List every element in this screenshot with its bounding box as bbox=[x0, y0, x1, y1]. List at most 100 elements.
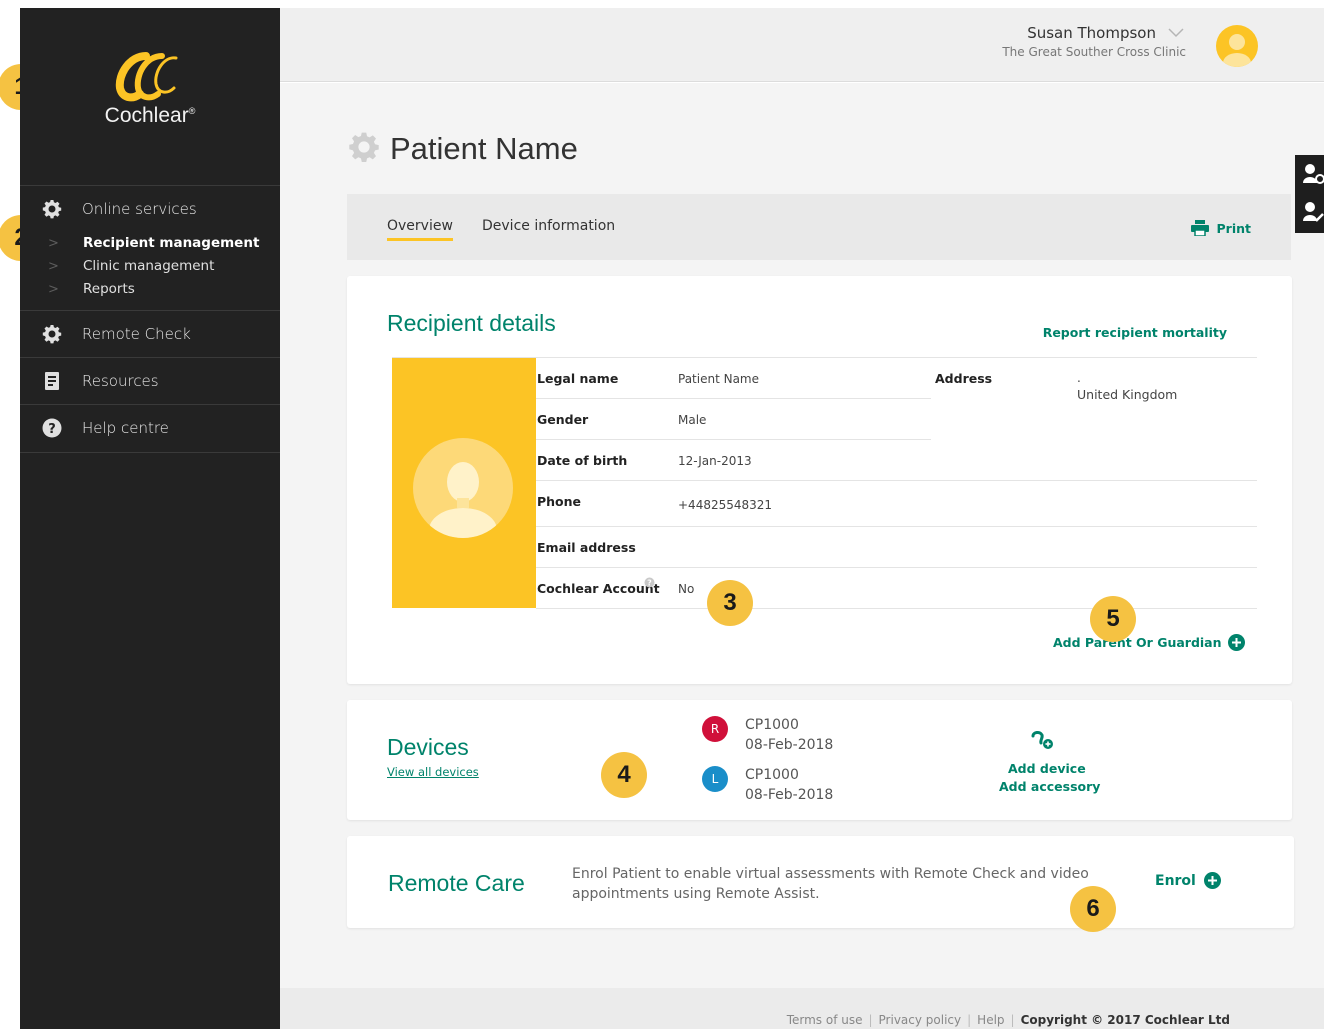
legal-name-label: Legal name bbox=[537, 371, 619, 386]
avatar-placeholder-icon bbox=[413, 438, 513, 538]
divider bbox=[536, 480, 1257, 481]
nav-item-label: Online services bbox=[82, 200, 197, 218]
help-tooltip-icon[interactable]: ? bbox=[644, 573, 655, 592]
devices-title: Devices bbox=[387, 734, 469, 760]
add-device-link[interactable]: Add device bbox=[1008, 761, 1086, 776]
phone-value: +44825548321 bbox=[678, 498, 773, 512]
nav-item-remote-check[interactable]: Remote Check bbox=[20, 311, 280, 357]
recipient-details-card: Recipient details Report recipient morta… bbox=[347, 276, 1292, 684]
divider bbox=[536, 439, 931, 440]
add-guardian-label: Add Parent Or Guardian bbox=[1053, 635, 1222, 650]
sidebar-subitem-recipient-management[interactable]: > Recipient management bbox=[48, 232, 259, 254]
gender-label: Gender bbox=[537, 412, 589, 427]
sidebar-subitem-reports[interactable]: > Reports bbox=[48, 278, 135, 300]
main-content: Patient Name Overview Device information… bbox=[280, 83, 1324, 988]
help-link[interactable]: Help bbox=[977, 1013, 1004, 1027]
divider bbox=[536, 608, 1257, 609]
gear-icon bbox=[20, 324, 82, 344]
report-mortality-link[interactable]: Report recipient mortality bbox=[1043, 325, 1227, 340]
annotation-badge-6: 6 bbox=[1070, 886, 1116, 932]
copyright-text: Copyright © 2017 Cochlear Ltd bbox=[1020, 1013, 1230, 1027]
chevron-right-icon: > bbox=[48, 235, 59, 251]
cochlear-logo[interactable]: Cochlear® bbox=[20, 48, 280, 128]
address-line-1: . bbox=[1077, 371, 1081, 385]
printer-icon bbox=[1190, 220, 1209, 236]
cochlear-account-label: Cochlear Account bbox=[537, 581, 660, 596]
chevron-down-icon[interactable] bbox=[1168, 26, 1184, 42]
footer-links: Terms of use | Privacy policy | Help | Copyrig… bbox=[786, 1013, 1230, 1027]
recipient-details-title: Recipient details bbox=[387, 310, 556, 336]
add-parent-guardian-button[interactable]: Add Parent Or Guardian bbox=[1053, 634, 1245, 651]
enrol-label: Enrol bbox=[1155, 872, 1196, 889]
tab-overview[interactable]: Overview bbox=[387, 218, 453, 241]
add-device-icon bbox=[1030, 730, 1054, 756]
annotation-badge-3: 3 bbox=[707, 580, 753, 626]
nav-item-online-services[interactable]: Online services bbox=[20, 186, 280, 232]
print-button[interactable]: Print bbox=[1190, 220, 1252, 236]
annotation-badge-5: 5 bbox=[1090, 596, 1136, 642]
divider bbox=[536, 526, 1257, 527]
device-date: 08-Feb-2018 bbox=[745, 787, 834, 803]
remote-care-description: Enrol Patient to enable virtual assessme… bbox=[572, 864, 1089, 904]
chevron-right-icon: > bbox=[48, 258, 59, 274]
device-date: 08-Feb-2018 bbox=[745, 737, 834, 753]
gear-icon bbox=[20, 199, 82, 219]
dob-label: Date of birth bbox=[537, 453, 628, 468]
document-icon bbox=[20, 371, 82, 391]
svg-text:?: ? bbox=[647, 579, 652, 588]
nav-item-label: Help centre bbox=[82, 419, 169, 437]
remote-care-title: Remote Care bbox=[388, 870, 525, 896]
print-label: Print bbox=[1216, 220, 1252, 236]
question-icon: ? bbox=[20, 418, 82, 438]
remote-care-card: Remote Care Enrol Patient to enable virt… bbox=[347, 836, 1294, 928]
view-all-devices-link[interactable]: View all devices bbox=[387, 765, 479, 779]
patient-photo bbox=[392, 358, 536, 608]
description-line: Enrol Patient to enable virtual assessme… bbox=[572, 866, 1089, 882]
nav-divider bbox=[20, 452, 280, 453]
enrol-button[interactable]: Enrol bbox=[1155, 872, 1221, 889]
clinic-name: The Great Souther Cross Clinic bbox=[1002, 45, 1186, 59]
cochlear-logo-text: Cochlear® bbox=[104, 104, 196, 127]
nav-item-label: Remote Check bbox=[82, 325, 191, 343]
nav-item-help-centre[interactable]: ? Help centre bbox=[20, 405, 280, 451]
gear-icon bbox=[348, 131, 380, 167]
privacy-link[interactable]: Privacy policy bbox=[879, 1013, 962, 1027]
user-edit-icon[interactable] bbox=[1302, 201, 1324, 227]
cochlear-logo-mark-icon bbox=[115, 52, 178, 102]
page-title-text: Patient Name bbox=[390, 131, 578, 166]
footer: Terms of use | Privacy policy | Help | Copyrig… bbox=[280, 988, 1324, 1029]
address-label: Address bbox=[935, 371, 993, 386]
tab-bar: Overview Device information Print bbox=[347, 194, 1291, 260]
svg-text:?: ? bbox=[48, 422, 56, 437]
plus-circle-icon bbox=[1227, 634, 1245, 651]
address-line-2: United Kingdom bbox=[1077, 387, 1178, 402]
device-model: CP1000 bbox=[745, 717, 799, 733]
divider bbox=[536, 567, 1257, 568]
legal-name-value: Patient Name bbox=[678, 372, 759, 386]
device-item-left[interactable]: CP1000 08-Feb-2018 bbox=[745, 765, 833, 805]
floating-side-panel bbox=[1295, 155, 1324, 233]
annotation-badge-4: 4 bbox=[601, 752, 647, 798]
subitem-label: Clinic management bbox=[83, 258, 215, 274]
chevron-right-icon: > bbox=[48, 281, 59, 297]
page-title: Patient Name bbox=[348, 131, 578, 167]
user-icon[interactable] bbox=[1302, 163, 1324, 189]
devices-card: Devices View all devices R CP1000 08-Feb… bbox=[347, 700, 1292, 820]
plus-circle-icon bbox=[1203, 872, 1221, 889]
user-avatar[interactable] bbox=[1216, 25, 1258, 67]
subitem-label: Recipient management bbox=[83, 235, 260, 251]
description-line: appointments using Remote Assist. bbox=[572, 886, 820, 902]
terms-link[interactable]: Terms of use bbox=[787, 1013, 863, 1027]
add-accessory-link[interactable]: Add accessory bbox=[999, 779, 1100, 794]
left-ear-badge: L bbox=[702, 766, 728, 792]
tab-device-information[interactable]: Device information bbox=[482, 218, 615, 234]
top-bar: Susan Thompson The Great Souther Cross C… bbox=[280, 8, 1324, 82]
user-name[interactable]: Susan Thompson bbox=[1027, 24, 1156, 42]
dob-value: 12-Jan-2013 bbox=[678, 454, 752, 468]
phone-label: Phone bbox=[537, 494, 582, 509]
sidebar-subitem-clinic-management[interactable]: > Clinic management bbox=[48, 255, 214, 277]
device-item-right[interactable]: CP1000 08-Feb-2018 bbox=[745, 715, 833, 755]
subitem-label: Reports bbox=[83, 281, 135, 297]
cochlear-account-value: No bbox=[678, 582, 695, 596]
nav-item-resources[interactable]: Resources bbox=[20, 358, 280, 404]
